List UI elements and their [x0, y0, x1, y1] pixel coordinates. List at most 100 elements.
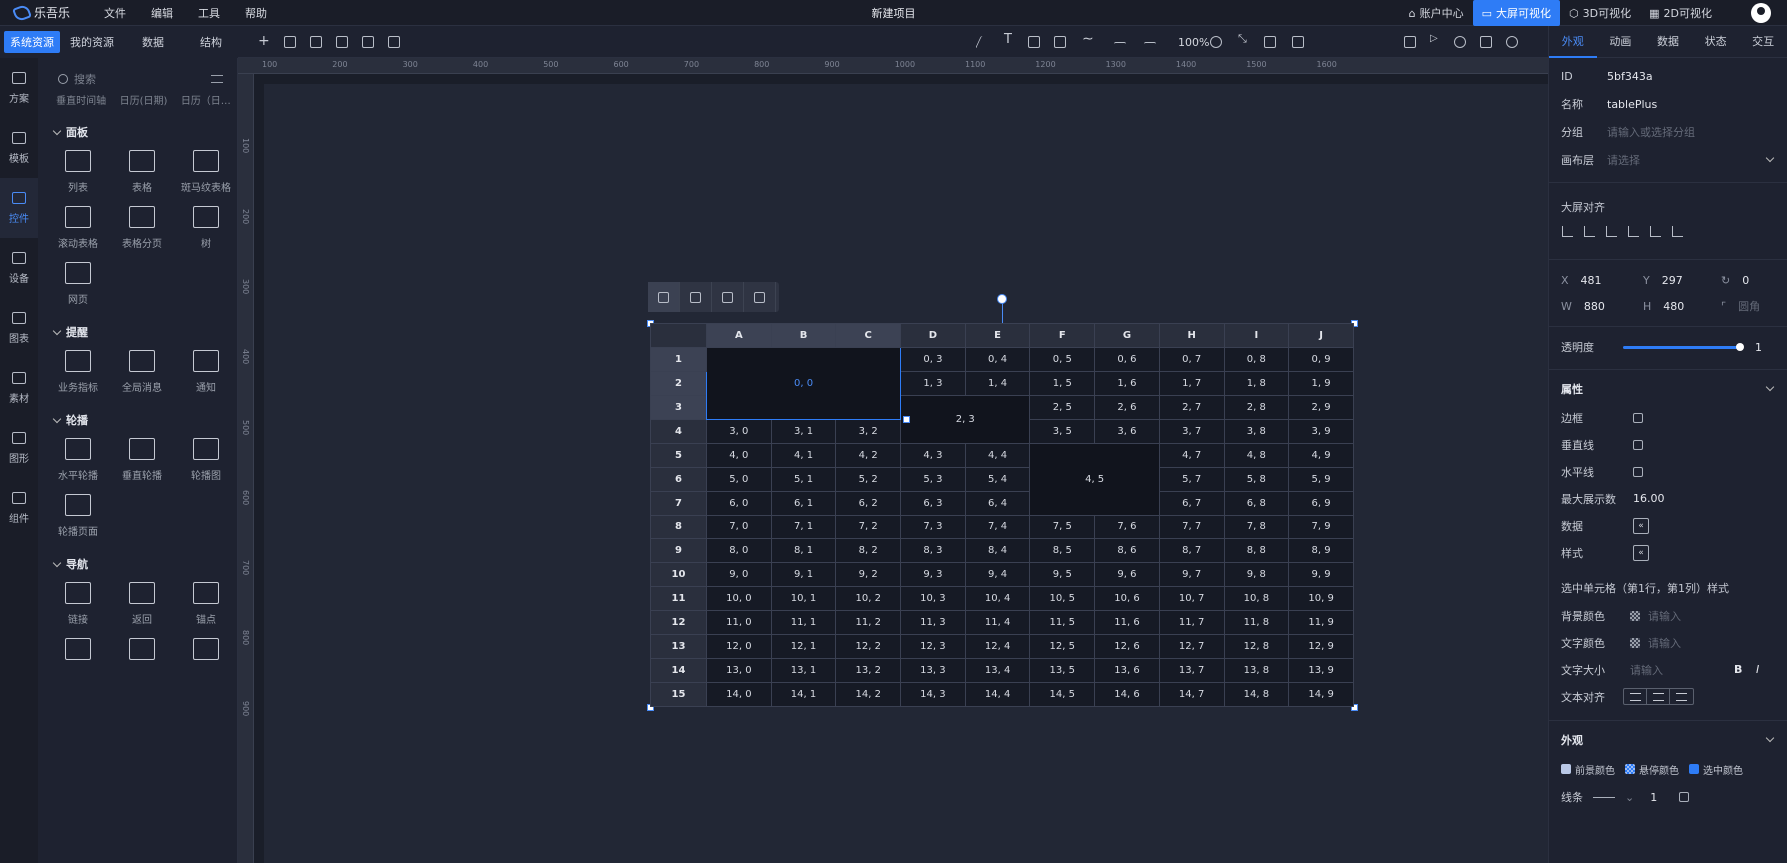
table-cell[interactable]: 10, 7: [1158, 586, 1225, 612]
rotate-field[interactable]: 0: [1742, 274, 1749, 287]
table-cell[interactable]: 4, 9: [1288, 442, 1354, 468]
table-cell[interactable]: 10, 4: [964, 586, 1031, 612]
nav-account-center[interactable]: ⌂ 账户中心: [1400, 0, 1473, 26]
table-cell[interactable]: 1, 7: [1158, 370, 1225, 396]
split-cells-button[interactable]: [712, 282, 744, 312]
table-cell[interactable]: 14, 2: [835, 682, 902, 707]
table-cell[interactable]: 11, 5: [1029, 610, 1096, 636]
row-header[interactable]: 6: [650, 466, 707, 492]
table-cell[interactable]: 7, 3: [900, 514, 966, 540]
table-cell[interactable]: 8, 4: [964, 538, 1031, 564]
save-icon[interactable]: [284, 36, 296, 48]
refresh-icon[interactable]: [1210, 36, 1222, 48]
rail-item-plan[interactable]: 方案: [0, 58, 38, 118]
library-item-back[interactable]: 返回: [110, 582, 174, 626]
rail-item-shape[interactable]: 图形: [0, 418, 38, 478]
table-cell[interactable]: 9, 4: [964, 562, 1031, 588]
library-item-split[interactable]: [110, 638, 174, 660]
rail-item-template[interactable]: 模板: [0, 118, 38, 178]
selected-color-swatch[interactable]: [1689, 764, 1699, 774]
table-cell[interactable]: 1, 4: [964, 370, 1031, 396]
table-cell[interactable]: 2, 7: [1158, 394, 1225, 420]
table-cell[interactable]: 9, 2: [835, 562, 902, 588]
table-cell[interactable]: 1, 3: [900, 370, 966, 396]
library-item-kpi[interactable]: 业务指标: [46, 350, 110, 394]
table-cell[interactable]: 14, 6: [1094, 682, 1160, 707]
library-item-page-carousel[interactable]: 轮播页面: [46, 494, 110, 538]
table-cell[interactable]: 8, 8: [1223, 538, 1290, 564]
library-item-h-carousel[interactable]: 水平轮播: [46, 438, 110, 482]
table-cell[interactable]: 8, 2: [835, 538, 902, 564]
merge-cells-button[interactable]: [680, 282, 712, 312]
chevron-down-icon[interactable]: [1765, 153, 1775, 163]
zoom-level[interactable]: 100%: [1178, 36, 1209, 49]
table-cell[interactable]: 9, 0: [706, 562, 772, 588]
row-header[interactable]: 10: [650, 562, 707, 588]
library-item-back-to-top[interactable]: [46, 638, 110, 660]
library-item-anchor[interactable]: 锚点: [174, 582, 237, 626]
table-cell[interactable]: 13, 1: [770, 658, 837, 684]
avatar[interactable]: [1751, 3, 1771, 23]
align-bottom-icon[interactable]: [1672, 225, 1683, 237]
table-cell[interactable]: 7, 1: [770, 514, 837, 540]
table-cell[interactable]: 4, 0: [706, 442, 772, 468]
table-cell[interactable]: 8, 9: [1288, 538, 1354, 564]
line-end-icon[interactable]: [1144, 42, 1156, 54]
line-style-select[interactable]: [1593, 796, 1615, 798]
table-cell[interactable]: 14, 7: [1158, 682, 1225, 707]
pen-icon[interactable]: [1028, 36, 1040, 48]
hover-color-swatch[interactable]: [1625, 764, 1635, 774]
table-cell[interactable]: 8, 3: [900, 538, 966, 564]
library-item-label[interactable]: 垂直时间轴: [50, 92, 112, 106]
rail-item-device[interactable]: 设备: [0, 238, 38, 298]
table-cell[interactable]: 11, 8: [1223, 610, 1290, 636]
table-cell[interactable]: 10, 3: [900, 586, 966, 612]
text-icon[interactable]: T: [1004, 32, 1016, 47]
table-cell[interactable]: 1, 8: [1223, 370, 1290, 396]
table-cell[interactable]: 9, 1: [770, 562, 837, 588]
section-appearance[interactable]: 外观: [1549, 725, 1787, 755]
opacity-value[interactable]: 1: [1755, 341, 1762, 354]
row-header[interactable]: 15: [650, 682, 707, 707]
tab-my-resources[interactable]: 我的资源: [64, 31, 120, 53]
nav-dashboard[interactable]: ▭ 大屏可视化: [1472, 0, 1561, 26]
table-cell[interactable]: 0, 4: [964, 346, 1031, 372]
table-cell[interactable]: 0, 7: [1158, 346, 1225, 372]
border-checkbox[interactable]: [1633, 412, 1643, 423]
table-cell[interactable]: 1, 6: [1094, 370, 1160, 396]
radius-field[interactable]: 圆角: [1738, 298, 1760, 314]
tab-structure[interactable]: 结构: [194, 31, 228, 53]
table-cell[interactable]: 4, 3: [900, 442, 966, 468]
table-cell[interactable]: 9, 3: [900, 562, 966, 588]
foreground-color-swatch[interactable]: [1561, 764, 1571, 774]
table-corner[interactable]: [650, 323, 707, 348]
style-collapse-button[interactable]: «: [1633, 544, 1649, 561]
row-header[interactable]: 1: [650, 346, 707, 372]
bold-button[interactable]: B: [1734, 663, 1756, 676]
tab-system-resources[interactable]: 系统资源: [4, 31, 60, 53]
table-cell[interactable]: 11, 3: [900, 610, 966, 636]
name-field[interactable]: tablePlus: [1607, 98, 1657, 111]
table-cell[interactable]: 8, 5: [1029, 538, 1096, 564]
section-attributes[interactable]: 属性: [1549, 374, 1787, 404]
line-icon[interactable]: [975, 36, 993, 48]
column-header[interactable]: A: [706, 323, 772, 348]
table-cell[interactable]: 9, 6: [1094, 562, 1160, 588]
cell-resize-handle[interactable]: [903, 416, 910, 423]
height-field[interactable]: 480: [1663, 300, 1684, 313]
chevron-down-icon[interactable]: ⌄: [1625, 791, 1634, 804]
table-cell[interactable]: 6, 3: [900, 490, 966, 516]
table-cell[interactable]: 10, 5: [1029, 586, 1096, 612]
table-cell[interactable]: 7, 6: [1094, 514, 1160, 540]
line-start-icon[interactable]: [1114, 42, 1126, 54]
table-cell[interactable]: 13, 3: [900, 658, 966, 684]
italic-button[interactable]: I: [1756, 663, 1759, 676]
table-cell[interactable]: 0, 6: [1094, 346, 1160, 372]
library-item-table[interactable]: 表格: [110, 150, 174, 194]
table-cell[interactable]: 5, 1: [770, 466, 837, 492]
table-cell[interactable]: 6, 9: [1288, 490, 1354, 516]
table-cell[interactable]: 5, 2: [835, 466, 902, 492]
merged-cell[interactable]: 4, 5: [1029, 442, 1160, 516]
text-align-right-icon[interactable]: [1670, 689, 1693, 704]
qrcode-icon[interactable]: [1480, 36, 1492, 48]
